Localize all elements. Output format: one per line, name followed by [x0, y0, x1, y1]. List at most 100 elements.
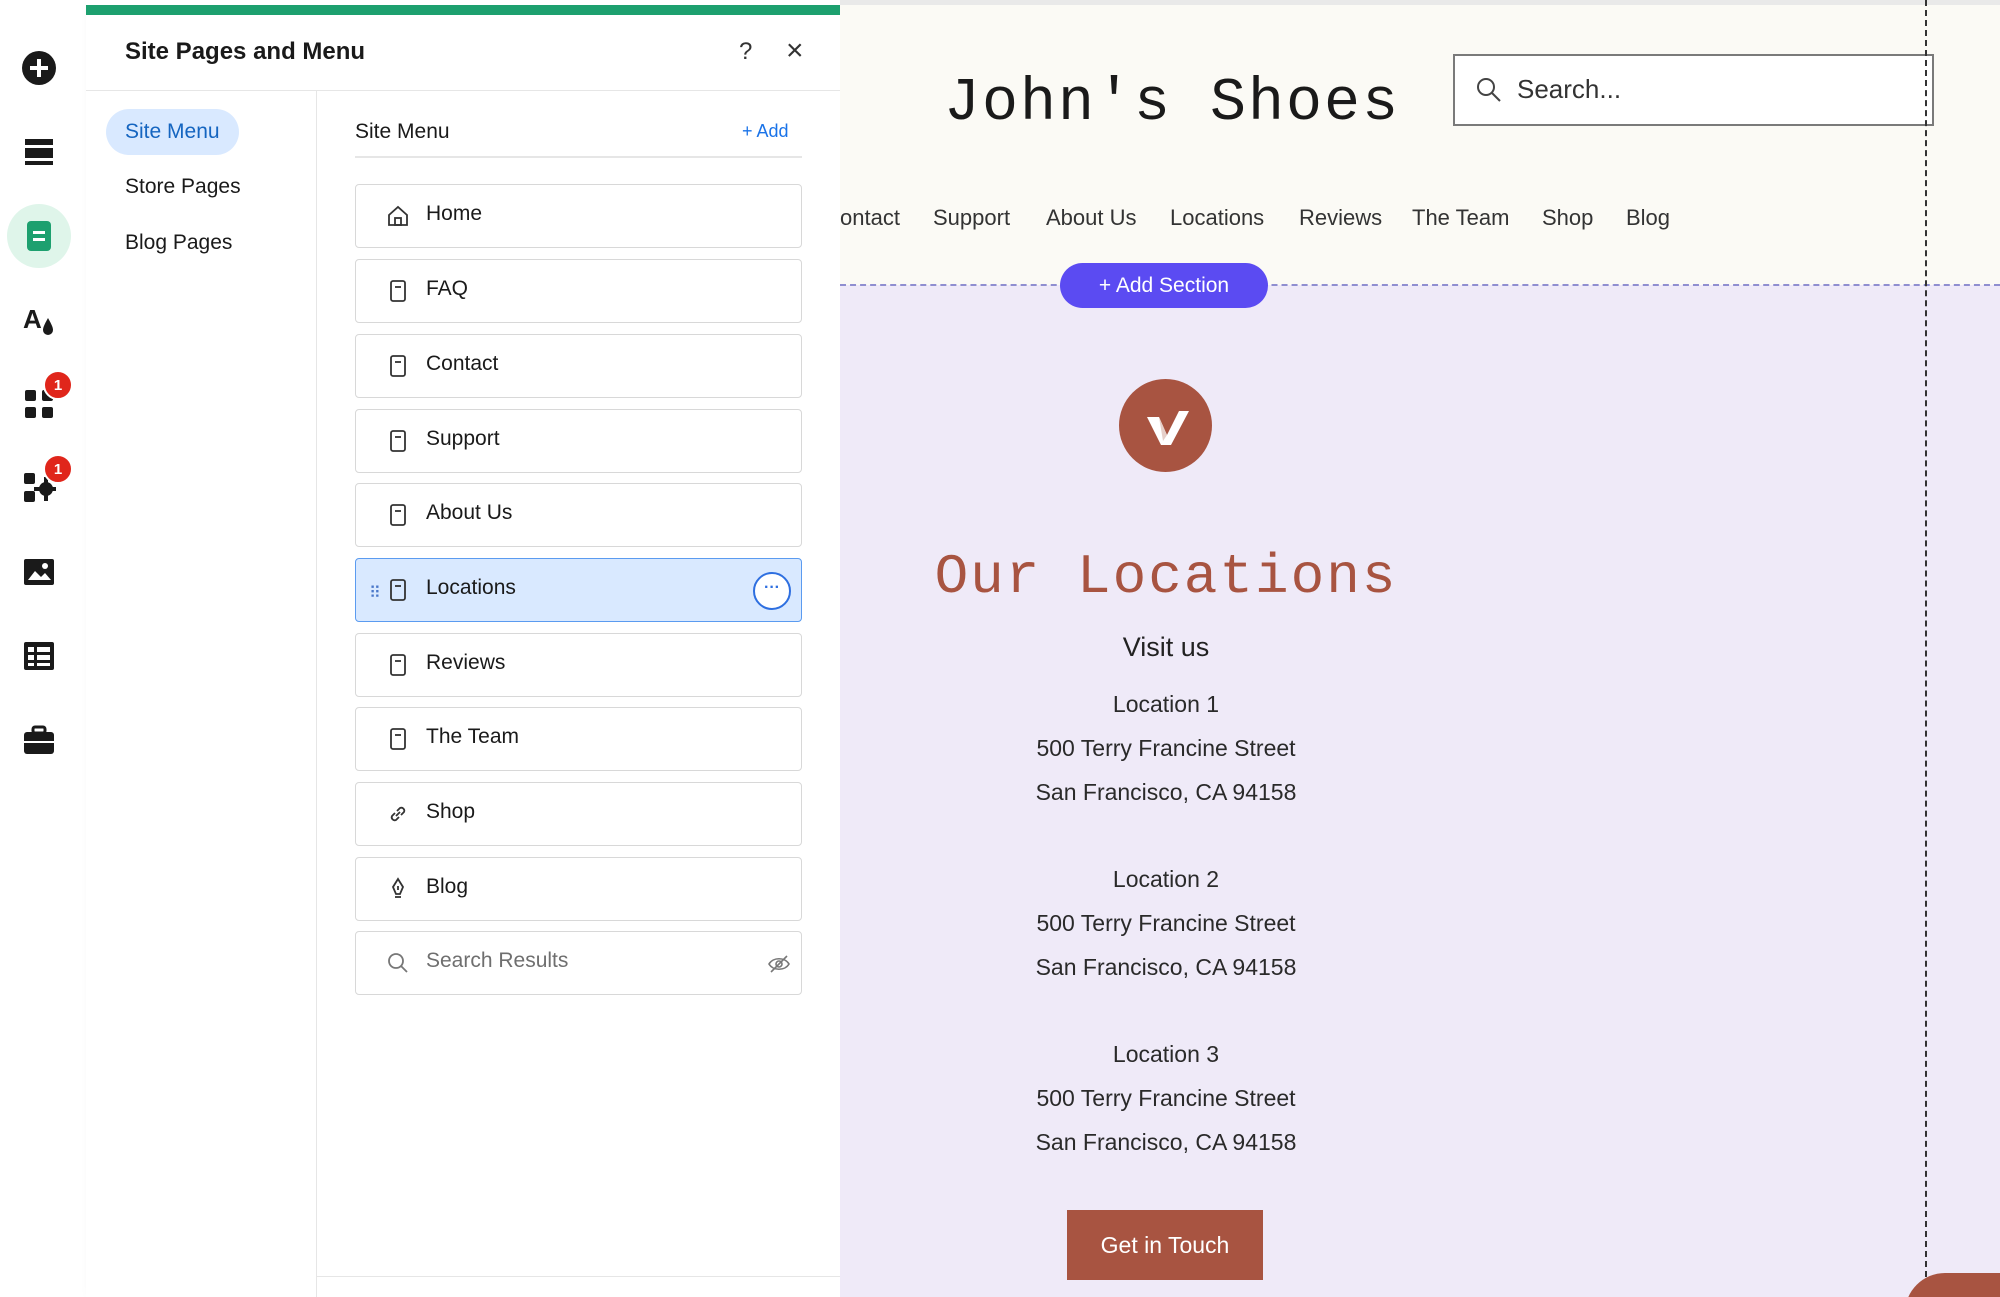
drag-handle-icon[interactable]: ⠿ [369, 583, 381, 603]
visit-us-text[interactable]: Visit us [840, 632, 1492, 663]
page-item-about-us[interactable]: About Us [355, 483, 802, 547]
divider [316, 1276, 840, 1277]
page-icon [390, 654, 406, 676]
design-button[interactable]: A [7, 288, 71, 352]
site-header[interactable]: John's Shoes Search... ontact Support Ab… [840, 5, 2000, 285]
editor-toolbar: A 1 1 [0, 0, 87, 1297]
page-item-contact[interactable]: Contact [355, 334, 802, 398]
location-street[interactable]: 500 Terry Francine Street [840, 1085, 1492, 1112]
add-section-button[interactable]: + Add Section [1060, 263, 1268, 308]
page-icon [390, 504, 406, 526]
pages-button[interactable] [7, 204, 71, 268]
sections-button[interactable] [7, 120, 71, 184]
page-item-label: Shop [426, 800, 476, 823]
more-actions-button[interactable]: ··· [753, 572, 791, 610]
pen-icon [391, 877, 405, 898]
panel-accent-bar [86, 5, 840, 15]
page-item-reviews[interactable]: Reviews [355, 633, 802, 697]
design-icon: A [23, 304, 53, 335]
close-panel-button[interactable]: × [786, 34, 804, 68]
add-page-button[interactable]: + Add [742, 121, 789, 142]
nav-blog-pages[interactable]: Blog Pages [106, 220, 251, 266]
site-title[interactable]: John's Shoes [944, 70, 1400, 138]
page-item-label: Support [426, 427, 500, 450]
nav-store-pages[interactable]: Store Pages [106, 164, 260, 210]
get-in-touch-button[interactable]: Get in Touch [1067, 1210, 1263, 1280]
plus-circle-icon [22, 51, 56, 85]
panel-side-nav: Site Menu Store Pages Blog Pages [86, 91, 317, 1297]
location-street[interactable]: 500 Terry Francine Street [840, 735, 1492, 762]
search-icon [1477, 78, 1501, 102]
page-item-label: About Us [426, 501, 513, 524]
checkmark-logo-icon [1147, 411, 1189, 445]
plus-icon: + [1098, 274, 1116, 297]
page-item-search-results[interactable]: Search Results [355, 931, 802, 995]
location-name[interactable]: Location 1 [840, 691, 1492, 718]
locations-heading[interactable]: Our Locations [925, 545, 1407, 609]
add-section-label: Add Section [1115, 274, 1230, 297]
add-label: Add [756, 121, 789, 141]
media-button[interactable] [7, 540, 71, 604]
page-item-label: Home [426, 202, 483, 225]
cms-button[interactable] [7, 624, 71, 688]
page-item-home[interactable]: Home [355, 184, 802, 248]
cms-icon [24, 642, 54, 670]
page-icon [390, 280, 406, 302]
location-city[interactable]: San Francisco, CA 94158 [840, 954, 1492, 981]
search-icon [388, 953, 408, 973]
page-item-label: The Team [426, 725, 519, 748]
site-preview: John's Shoes Search... ontact Support Ab… [840, 0, 2000, 1297]
apps-notification-badge: 1 [43, 370, 73, 400]
location-city[interactable]: San Francisco, CA 94158 [840, 779, 1492, 806]
page-item-label: Reviews [426, 651, 506, 674]
brand-logo[interactable] [1119, 379, 1212, 472]
nav-link-support[interactable]: Support [933, 205, 1010, 231]
nav-link-shop[interactable]: Shop [1542, 205, 1593, 231]
page-item-label: Blog [426, 875, 469, 898]
page-item-label: FAQ [426, 277, 469, 300]
page-item-label: Contact [426, 352, 499, 375]
portfolio-icon [24, 725, 54, 754]
page-icon [390, 579, 406, 601]
nav-link-reviews[interactable]: Reviews [1299, 205, 1382, 231]
list-heading: Site Menu [355, 120, 450, 143]
location-city[interactable]: San Francisco, CA 94158 [840, 1129, 1492, 1156]
page-item-shop[interactable]: Shop [355, 782, 802, 846]
nav-link-about-us[interactable]: About Us [1046, 205, 1137, 231]
business-notification-badge: 1 [43, 454, 73, 484]
site-search-input[interactable]: Search... [1453, 54, 1934, 126]
page-item-label: Locations [426, 576, 516, 599]
apps-button[interactable]: 1 [7, 370, 73, 436]
page-item-support[interactable]: Support [355, 409, 802, 473]
location-name[interactable]: Location 2 [840, 866, 1492, 893]
help-button[interactable]: ? [739, 38, 752, 66]
hidden-eye-icon[interactable] [767, 952, 791, 976]
section-divider [840, 284, 2000, 286]
page-item-blog[interactable]: Blog [355, 857, 802, 921]
page-icon [390, 430, 406, 452]
page-item-faq[interactable]: FAQ [355, 259, 802, 323]
portfolio-button[interactable] [7, 708, 71, 772]
location-name[interactable]: Location 3 [840, 1041, 1492, 1068]
page-item-the-team[interactable]: The Team [355, 707, 802, 771]
divider [355, 156, 802, 158]
nav-link-locations[interactable]: Locations [1170, 205, 1264, 231]
nav-link-blog[interactable]: Blog [1626, 205, 1670, 231]
location-street[interactable]: 500 Terry Francine Street [840, 910, 1492, 937]
chat-bubble-button[interactable] [1905, 1273, 2000, 1297]
pages-icon [27, 221, 51, 251]
plus-icon: + [742, 121, 757, 141]
sections-icon [25, 139, 53, 165]
site-pages-panel: Site Pages and Menu ? × Site Menu Store … [86, 0, 842, 1297]
nav-site-menu[interactable]: Site Menu [106, 109, 239, 155]
nav-link-contact[interactable]: ontact [840, 205, 900, 231]
search-placeholder: Search... [1517, 74, 1622, 104]
link-icon [390, 806, 406, 822]
page-item-locations[interactable]: ⠿ Locations ··· [355, 558, 802, 622]
page-item-label: Search Results [426, 949, 569, 972]
business-apps-button[interactable]: 1 [7, 454, 73, 520]
nav-link-the-team[interactable]: The Team [1412, 205, 1509, 231]
media-icon [24, 559, 54, 585]
add-elements-button[interactable] [7, 36, 71, 100]
panel-title: Site Pages and Menu [125, 38, 366, 65]
